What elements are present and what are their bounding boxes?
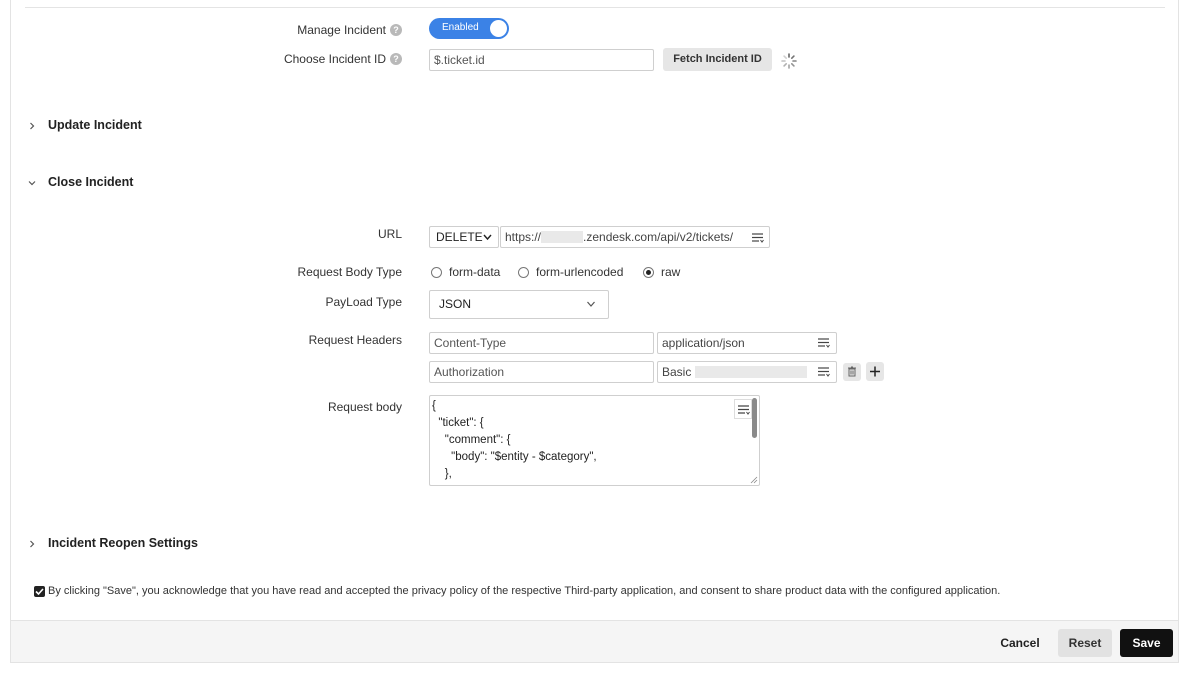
toggle-knob [490,20,507,37]
section-close-incident[interactable]: Close Incident [48,175,133,189]
request-body-type-label: Request Body Type [297,265,402,279]
checkmark-icon [35,588,44,596]
chevron-down-icon[interactable] [28,179,36,187]
http-method-select[interactable]: DELETE [429,226,499,248]
choose-incident-id-label: Choose Incident ID? [250,52,402,66]
help-icon[interactable]: ? [390,53,402,65]
code-line: "comment": { [432,434,511,446]
section-update-incident[interactable]: Update Incident [48,118,142,132]
manage-incident-toggle[interactable]: Enabled [429,18,509,39]
chevron-down-icon [587,301,595,307]
code-line: "body": "$entity - $category", [432,451,597,463]
variable-menu-icon [738,405,750,415]
redacted-region [541,231,584,243]
radio-form-urlencoded[interactable] [518,267,529,278]
radio-label: raw [661,265,681,279]
header-key-input[interactable]: Content-Type [429,332,654,354]
variable-menu-icon[interactable] [814,333,834,353]
redacted-region [694,366,807,378]
header-value-input[interactable]: application/json [657,332,837,354]
radio-label: form-data [449,265,501,279]
url-label: URL [377,227,402,241]
radio-label: form-urlencoded [536,265,624,279]
body-variable-menu[interactable] [734,399,752,419]
payload-type-label: PayLoad Type [325,295,402,309]
add-header-button[interactable] [866,362,884,381]
trash-icon [848,366,856,377]
section-incident-reopen-settings[interactable]: Incident Reopen Settings [48,536,198,550]
manage-incident-label: Manage Incident? [250,23,402,37]
variable-menu-icon[interactable] [748,228,768,248]
consent-checkbox[interactable] [34,586,45,597]
save-button[interactable]: Save [1120,629,1173,657]
code-line: }, [432,468,452,480]
fetch-incident-id-button[interactable]: Fetch Incident ID [663,48,772,71]
footer-bar: Cancel Reset Save [11,620,1178,662]
delete-header-button[interactable] [843,363,861,381]
request-headers-label: Request Headers [308,333,402,347]
payload-type-select[interactable]: JSON [429,290,609,319]
variable-menu-icon[interactable] [814,362,834,382]
loading-spinner-icon [781,53,797,69]
url-input[interactable]: https://.zendesk.com/api/v2/tickets/ [500,226,770,248]
cancel-button[interactable]: Cancel [992,629,1048,657]
request-body-textarea[interactable]: { "ticket": { "comment": { "body": "$ent… [429,395,760,486]
incident-id-input[interactable]: $.ticket.id [429,49,654,71]
request-body-label: Request body [327,400,402,414]
header-value-input[interactable]: Basic [657,361,837,383]
help-icon[interactable]: ? [390,24,402,36]
chevron-down-icon [483,234,492,241]
chevron-right-icon[interactable] [28,540,36,548]
consent-text: By clicking "Save", you acknowledge that… [48,585,1001,597]
radio-raw[interactable] [643,267,654,278]
radio-form-data[interactable] [431,267,442,278]
chevron-right-icon[interactable] [28,122,36,130]
toggle-text: Enabled [442,22,479,33]
scrollbar[interactable] [752,398,757,438]
header-key-input[interactable]: Authorization [429,361,654,383]
resize-handle-icon[interactable] [750,476,758,484]
code-line: { [432,400,436,412]
plus-icon [870,366,880,377]
code-line: "ticket": { [432,417,484,429]
reset-button[interactable]: Reset [1058,629,1112,657]
divider [25,7,1165,8]
